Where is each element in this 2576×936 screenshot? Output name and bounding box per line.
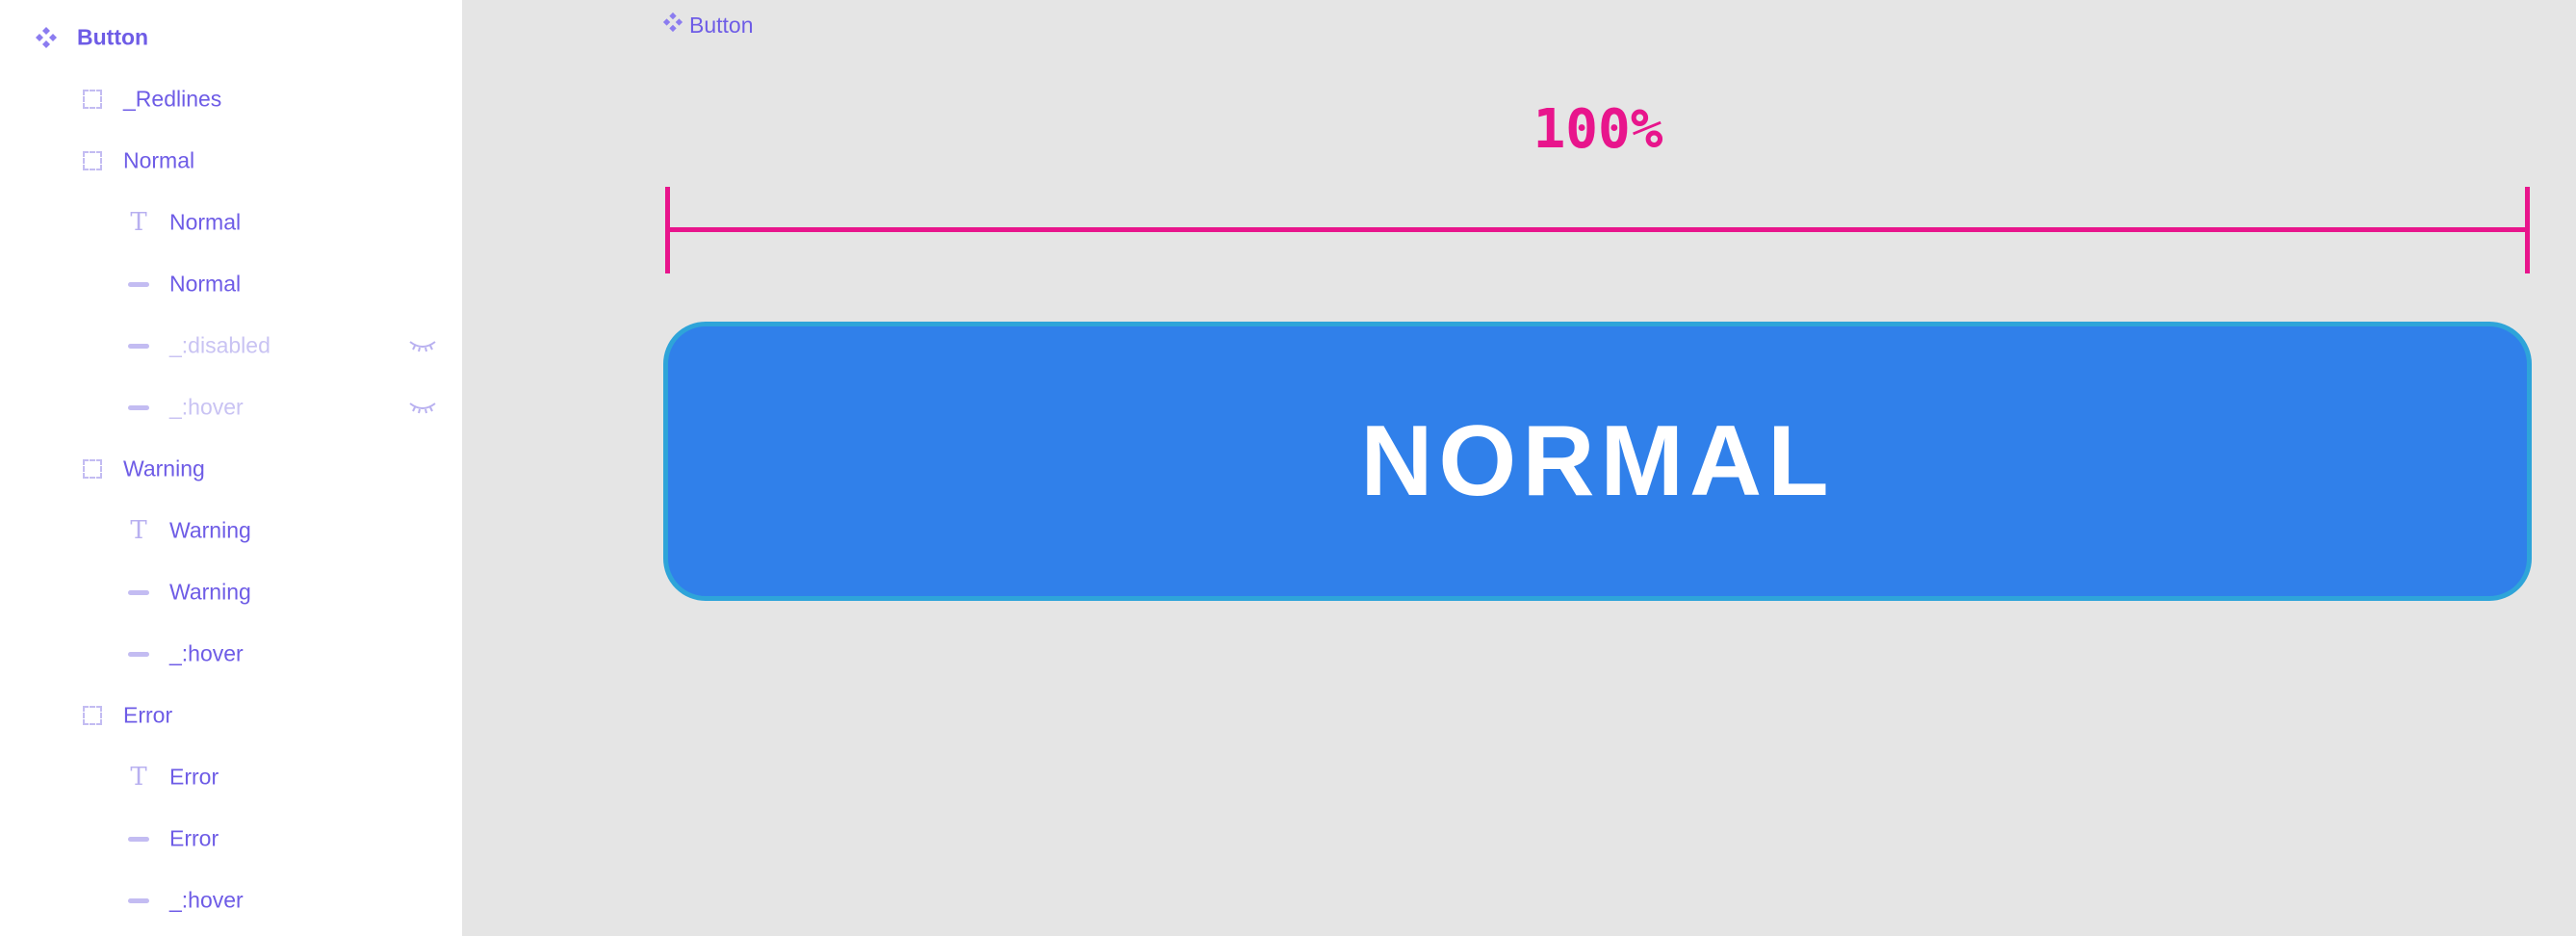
- layer-label: Warning: [169, 517, 251, 543]
- layer-row-hover-normal[interactable]: _:hover: [0, 377, 462, 438]
- design-app: Button _Redlines Normal T Normal Normal …: [0, 0, 2576, 936]
- rectangle-icon: [127, 889, 150, 912]
- layer-label: Warning: [123, 455, 205, 481]
- layer-label: _:disabled: [169, 332, 270, 358]
- layer-row-redlines[interactable]: _Redlines: [0, 68, 462, 130]
- canvas-frame-label[interactable]: Button: [662, 12, 754, 39]
- layer-row-disabled[interactable]: _:disabled: [0, 315, 462, 377]
- rectangle-icon: [127, 334, 150, 357]
- text-icon: T: [130, 763, 147, 792]
- layer-label: _:hover: [169, 394, 244, 420]
- frame-icon: [81, 149, 104, 172]
- rectangle-icon: [127, 273, 150, 296]
- hidden-eye-icon[interactable]: [408, 400, 437, 415]
- redline-line: [665, 227, 2530, 232]
- frame-icon: [81, 457, 104, 481]
- redline-measurement: 100%: [1533, 98, 1663, 161]
- redline-tick-right: [2525, 187, 2530, 273]
- layer-row-error-text[interactable]: T Error: [0, 746, 462, 808]
- layer-label: _:hover: [169, 887, 244, 913]
- layer-row-error-rect[interactable]: Error: [0, 808, 462, 870]
- layers-panel: Button _Redlines Normal T Normal Normal …: [0, 0, 462, 936]
- layer-label: Normal: [169, 209, 242, 235]
- frame-label-text: Button: [689, 12, 754, 38]
- layer-label: Normal: [169, 271, 242, 297]
- rectangle-icon: [127, 827, 150, 850]
- rectangle-icon: [127, 396, 150, 419]
- layer-row-hover-error[interactable]: _:hover: [0, 870, 462, 931]
- layer-label: Error: [169, 825, 219, 851]
- layer-label: _:hover: [169, 640, 244, 666]
- text-icon: T: [130, 516, 147, 545]
- component-icon: [662, 12, 683, 39]
- text-icon: T: [130, 208, 147, 237]
- layer-row-error-frame[interactable]: Error: [0, 685, 462, 746]
- layer-row-warning-text[interactable]: T Warning: [0, 500, 462, 561]
- layer-label: Error: [169, 764, 219, 790]
- redline-tick-left: [665, 187, 670, 273]
- layer-row-hover-warning[interactable]: _:hover: [0, 623, 462, 685]
- frame-icon: [81, 704, 104, 727]
- layer-label: Error: [123, 702, 173, 728]
- layer-row-warning-frame[interactable]: Warning: [0, 438, 462, 500]
- rectangle-icon: [127, 581, 150, 604]
- layer-row-warning-rect[interactable]: Warning: [0, 561, 462, 623]
- hidden-eye-icon[interactable]: [408, 338, 437, 353]
- layer-label: Warning: [169, 579, 251, 605]
- layer-label: _Redlines: [123, 86, 222, 112]
- rectangle-icon: [127, 642, 150, 665]
- layer-label: Button: [77, 24, 149, 50]
- normal-button-label: NORMAL: [1360, 404, 1835, 517]
- layer-row-normal-text[interactable]: T Normal: [0, 192, 462, 253]
- layer-row-button[interactable]: Button: [0, 7, 462, 68]
- layer-row-normal-frame[interactable]: Normal: [0, 130, 462, 192]
- frame-icon: [81, 88, 104, 111]
- layer-row-normal-rect[interactable]: Normal: [0, 253, 462, 315]
- component-icon: [35, 26, 58, 49]
- normal-button[interactable]: NORMAL: [663, 322, 2532, 601]
- layer-label: Normal: [123, 147, 195, 173]
